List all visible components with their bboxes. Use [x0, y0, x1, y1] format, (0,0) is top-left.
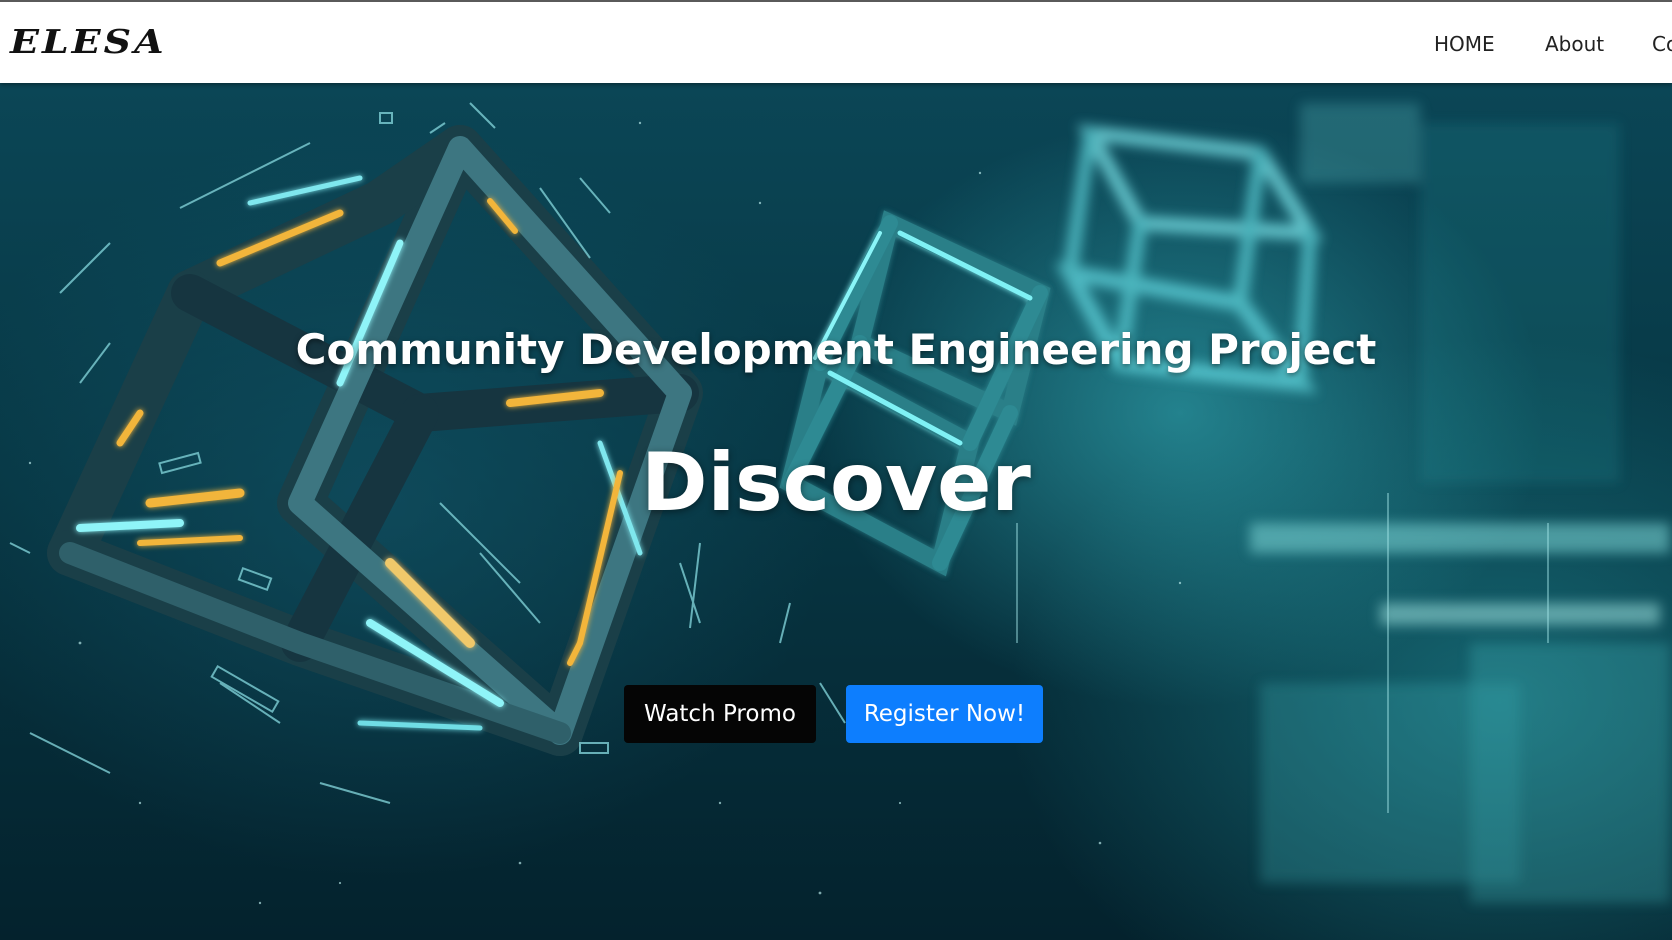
- hero-title: Community Development Engineering Projec…: [295, 325, 1377, 374]
- register-now-button[interactable]: Register Now!: [846, 685, 1043, 743]
- nav-link-home[interactable]: HOME: [1434, 32, 1495, 56]
- nav-link-about[interactable]: About: [1545, 32, 1604, 56]
- watch-promo-button[interactable]: Watch Promo: [624, 685, 816, 743]
- landing-page: ELESA HOME About Co: [0, 0, 1672, 940]
- top-navbar: ELESA HOME About Co: [0, 0, 1672, 83]
- hero-heading: Discover: [641, 436, 1031, 529]
- brand-logo[interactable]: ELESA: [10, 26, 167, 58]
- nav-link-contact[interactable]: Co: [1652, 32, 1672, 56]
- hero-section: Community Development Engineering Projec…: [0, 83, 1672, 940]
